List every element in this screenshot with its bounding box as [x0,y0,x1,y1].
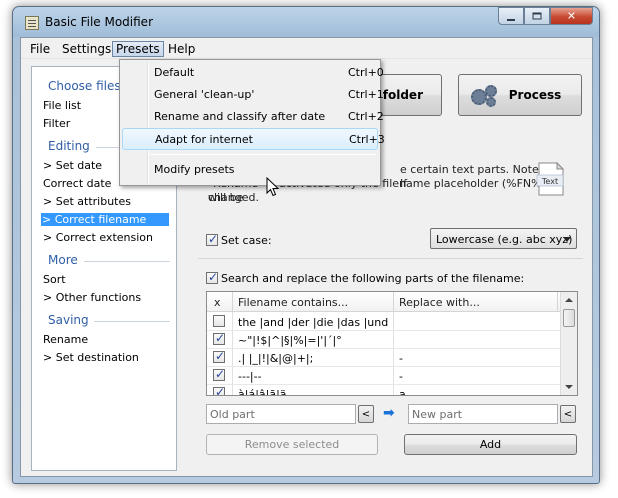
scroll-thumb[interactable] [563,309,575,327]
table-row[interactable]: .| |_|!|&|@|+|; - [207,349,562,367]
app-window: Basic File Modifier ✕ File Settings Pres… [12,6,600,484]
text-document-icon: Text [536,161,565,196]
sidebar-header-more: More [48,253,78,267]
column-header-contains[interactable]: Filename contains... [238,296,348,309]
table-row[interactable]: ~"|!$|^|§|%|=|'|´|° [207,331,562,349]
menu-settings[interactable]: Settings [58,41,115,57]
sidebar-item-set-attributes[interactable]: > Set attributes [42,195,132,208]
menu-file[interactable]: File [26,41,54,57]
row-contains[interactable]: .| |_|!|&|@|+|; [238,352,390,365]
close-icon: ✕ [566,9,577,23]
column-header-replace[interactable]: Replace with... [399,296,480,309]
column-header-x[interactable]: x [214,296,221,309]
sidebar-item-rename[interactable]: Rename [42,333,89,346]
sidebar-header-saving: Saving [48,313,89,327]
close-button[interactable]: ✕ [550,7,593,25]
menu-item-label: Adapt for internet [155,133,253,146]
search-replace-label: Search and replace the following parts o… [221,272,525,285]
old-part-pick-button[interactable]: < [358,405,374,423]
row-checkbox[interactable] [213,367,225,381]
sidebar-header-choose-files: Choose files [48,79,121,93]
case-select-value: Lowercase (e.g. abc xyz) [436,233,573,246]
sidebar-item-filter[interactable]: Filter [42,117,71,130]
sidebar-item-file-list[interactable]: File list [42,99,82,112]
menu-item-shortcut: Ctrl+3 [349,133,385,146]
table-row[interactable]: à|á|â|ã|ä a [207,385,562,395]
row-checkbox[interactable] [213,349,225,363]
notepad-icon [25,16,39,30]
sidebar-item-other-functions[interactable]: > Other functions [42,291,142,304]
set-case-checkbox[interactable] [206,232,218,246]
menu-item-label: General 'clean-up' [154,88,255,101]
minimize-icon [507,19,515,21]
preset-general-cleanup[interactable]: General 'clean-up' Ctrl+1 [122,84,384,106]
presets-menu: Default Ctrl+0 General 'clean-up' Ctrl+1… [119,59,385,186]
row-replace[interactable]: - [399,352,403,365]
sidebar-item-sort[interactable]: Sort [42,273,67,286]
mouse-cursor-icon [266,177,280,197]
row-checkbox[interactable] [213,385,225,395]
title-bar[interactable]: Basic File Modifier ✕ [13,7,599,37]
row-contains[interactable]: ---|-- [238,370,390,383]
client-area: File Settings Presets Help Choose files … [20,37,593,477]
divider [84,261,170,262]
table-header: x Filename contains... Replace with... [207,292,562,312]
preset-rename-classify[interactable]: Rename and classify after date Ctrl+2 [122,106,384,128]
row-checkbox[interactable] [213,315,225,327]
maximize-button[interactable] [524,7,550,25]
row-contains[interactable]: ~"|!$|^|§|%|=|'|´|° [238,334,390,347]
gears-icon [469,85,501,107]
menu-item-shortcut: Ctrl+2 [348,110,384,123]
scroll-down-icon[interactable] [565,385,573,389]
menu-item-shortcut: Ctrl+0 [348,66,384,79]
sidebar-item-set-date[interactable]: > Set date [42,159,103,172]
sidebar-item-set-destination[interactable]: > Set destination [42,351,140,364]
search-replace-checkbox[interactable] [206,270,218,284]
modify-presets[interactable]: Modify presets [122,159,378,181]
menu-help[interactable]: Help [164,41,199,57]
arrow-right-icon: ➡ [383,405,395,421]
table-scrollbar[interactable] [560,292,577,395]
window-title: Basic File Modifier [45,15,153,29]
old-part-input[interactable]: Old part [206,404,356,424]
minimize-button[interactable] [498,7,524,25]
sidebar-header-editing: Editing [48,139,90,153]
folder-button-label: folder [382,88,423,102]
row-replace[interactable]: - [399,370,403,383]
process-button[interactable]: Process [458,74,582,116]
sidebar-item-correct-filename[interactable]: > Correct filename [41,213,169,226]
divider [94,321,170,322]
table-row[interactable]: ---|-- - [207,367,562,385]
menu-item-label: Default [154,66,195,79]
sidebar-item-correct-date[interactable]: Correct date [42,177,112,190]
preset-adapt-internet[interactable]: Adapt for internet Ctrl+3 [122,128,385,150]
row-contains[interactable]: the |and |der |die |das |und |ei... [238,316,390,329]
process-button-label: Process [508,88,562,102]
table-row[interactable]: the |and |der |die |das |und |ei... [207,313,562,331]
menu-presets[interactable]: Presets [112,41,164,57]
row-replace[interactable]: a [399,388,406,395]
new-part-pick-button[interactable]: < [560,405,576,423]
svg-text:Text: Text [541,177,558,186]
new-part-input[interactable]: New part [408,404,558,424]
menu-bar: File Settings Presets Help [21,38,592,59]
row-contains[interactable]: à|á|â|ã|ä [238,388,390,395]
set-case-label: Set case: [221,234,272,247]
chevron-down-icon [563,237,571,242]
divider [198,258,583,259]
maximize-icon [532,12,542,20]
menu-item-label: Modify presets [154,163,235,176]
add-button[interactable]: Add [404,434,577,455]
row-checkbox[interactable] [213,331,225,345]
menu-item-label: Rename and classify after date [154,110,326,123]
note-line3: changed. [208,191,259,204]
scroll-up-icon[interactable] [565,298,573,302]
menu-separator [150,154,376,155]
menu-item-shortcut: Ctrl+1 [348,88,384,101]
replace-table: x Filename contains... Replace with... t… [206,291,578,396]
sidebar-item-correct-extension[interactable]: > Correct extension [42,231,154,244]
case-select[interactable]: Lowercase (e.g. abc xyz) [430,228,577,249]
remove-selected-button[interactable]: Remove selected [206,434,378,455]
preset-default[interactable]: Default Ctrl+0 [122,62,384,84]
